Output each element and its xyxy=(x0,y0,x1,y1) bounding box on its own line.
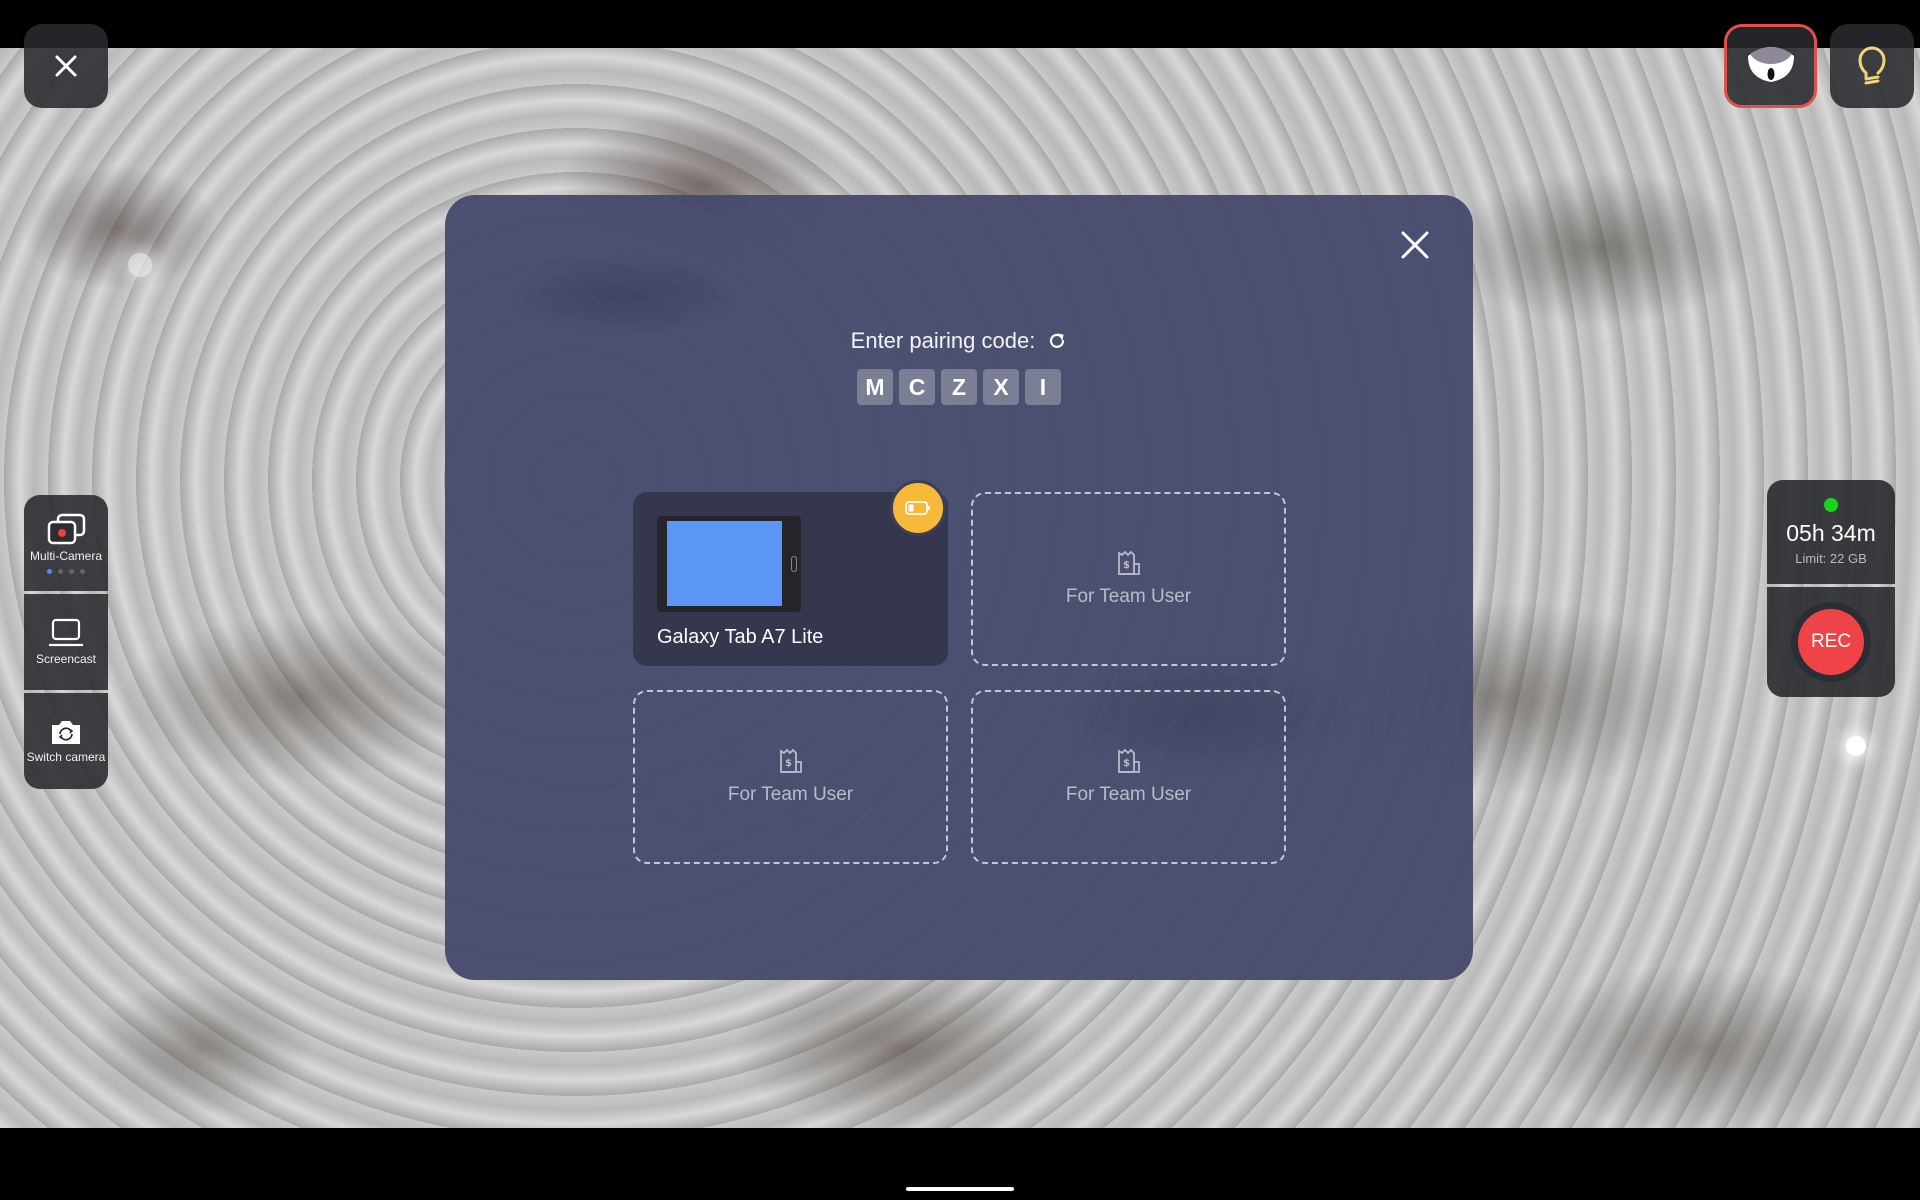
page-indicator xyxy=(47,568,85,574)
multi-camera-button[interactable]: Multi-Camera xyxy=(24,495,108,591)
code-char: X xyxy=(983,369,1019,405)
device-slot-paired[interactable]: Galaxy Tab A7 Lite xyxy=(633,480,948,666)
tablet-home-button xyxy=(791,556,797,572)
code-char: I xyxy=(1025,369,1061,405)
screencast-button[interactable]: Screencast xyxy=(24,594,108,690)
page-dot[interactable] xyxy=(47,568,52,574)
battery-low-icon xyxy=(905,501,930,515)
laptop-icon xyxy=(49,618,83,647)
multi-camera-icon xyxy=(47,513,86,544)
mode-toolbar: Multi-Camera Screencast Switch camera xyxy=(24,495,108,789)
tablet-screen xyxy=(667,521,782,606)
receipt-dollar-icon: $ xyxy=(1117,550,1140,575)
home-indicator[interactable] xyxy=(906,1187,1014,1191)
record-button[interactable]: REC xyxy=(1798,609,1864,675)
record-area: REC xyxy=(1767,587,1895,697)
switch-camera-label: Switch camera xyxy=(26,750,106,764)
status-indicator xyxy=(1824,498,1838,512)
page-dot[interactable] xyxy=(80,568,85,574)
light-glare xyxy=(1846,736,1866,756)
close-dialog-button[interactable] xyxy=(1397,227,1433,263)
camera-device-button[interactable] xyxy=(1724,24,1817,108)
battery-badge xyxy=(890,480,946,536)
pairing-header: Enter pairing code: xyxy=(445,328,1473,354)
refresh-icon[interactable] xyxy=(1047,331,1067,351)
code-char: C xyxy=(899,369,935,405)
code-char: Z xyxy=(941,369,977,405)
page-dot[interactable] xyxy=(69,568,74,574)
time-remaining: 05h 34m xyxy=(1786,520,1876,546)
lightbulb-icon xyxy=(1858,46,1886,85)
pairing-label: Enter pairing code: xyxy=(850,328,1036,353)
multi-camera-label: Multi-Camera xyxy=(29,548,102,563)
page-dot[interactable] xyxy=(58,568,63,574)
svg-text:$: $ xyxy=(785,758,792,769)
receipt-dollar-icon: $ xyxy=(779,748,802,773)
storage-status: 05h 34m Limit: 22 GB xyxy=(1767,480,1895,584)
svg-text:$: $ xyxy=(1123,560,1130,571)
team-user-label: For Team User xyxy=(1065,586,1192,607)
close-icon xyxy=(55,55,77,77)
close-camera-button[interactable] xyxy=(24,24,108,108)
team-user-label: For Team User xyxy=(727,784,854,805)
camera-device-icon xyxy=(1747,47,1794,82)
code-char: M xyxy=(857,369,893,405)
receipt-dollar-icon: $ xyxy=(1117,748,1140,773)
tablet-icon xyxy=(657,516,801,612)
team-user-label: For Team User xyxy=(1065,784,1192,805)
device-name: Galaxy Tab A7 Lite xyxy=(657,626,824,648)
switch-camera-button[interactable]: Switch camera xyxy=(24,693,108,789)
svg-text:$: $ xyxy=(1123,758,1130,769)
pairing-dialog: Enter pairing code: M C Z X I Galaxy Tab… xyxy=(445,195,1473,980)
pairing-code: M C Z X I xyxy=(445,369,1473,405)
switch-camera-icon xyxy=(52,721,80,744)
storage-limit: Limit: 22 GB xyxy=(1795,551,1867,566)
screencast-label: Screencast xyxy=(35,652,97,666)
device-slots: Galaxy Tab A7 Lite $ For Team User $ For… xyxy=(633,480,1286,864)
light-glare xyxy=(128,253,152,277)
recording-panel: 05h 34m Limit: 22 GB REC xyxy=(1767,480,1895,697)
team-user-slot[interactable]: $ For Team User xyxy=(971,690,1286,864)
team-user-slot[interactable]: $ For Team User xyxy=(971,492,1286,666)
team-user-slot[interactable]: $ For Team User xyxy=(633,690,948,864)
record-ring: REC xyxy=(1791,602,1871,682)
lightbulb-button[interactable] xyxy=(1830,24,1914,108)
